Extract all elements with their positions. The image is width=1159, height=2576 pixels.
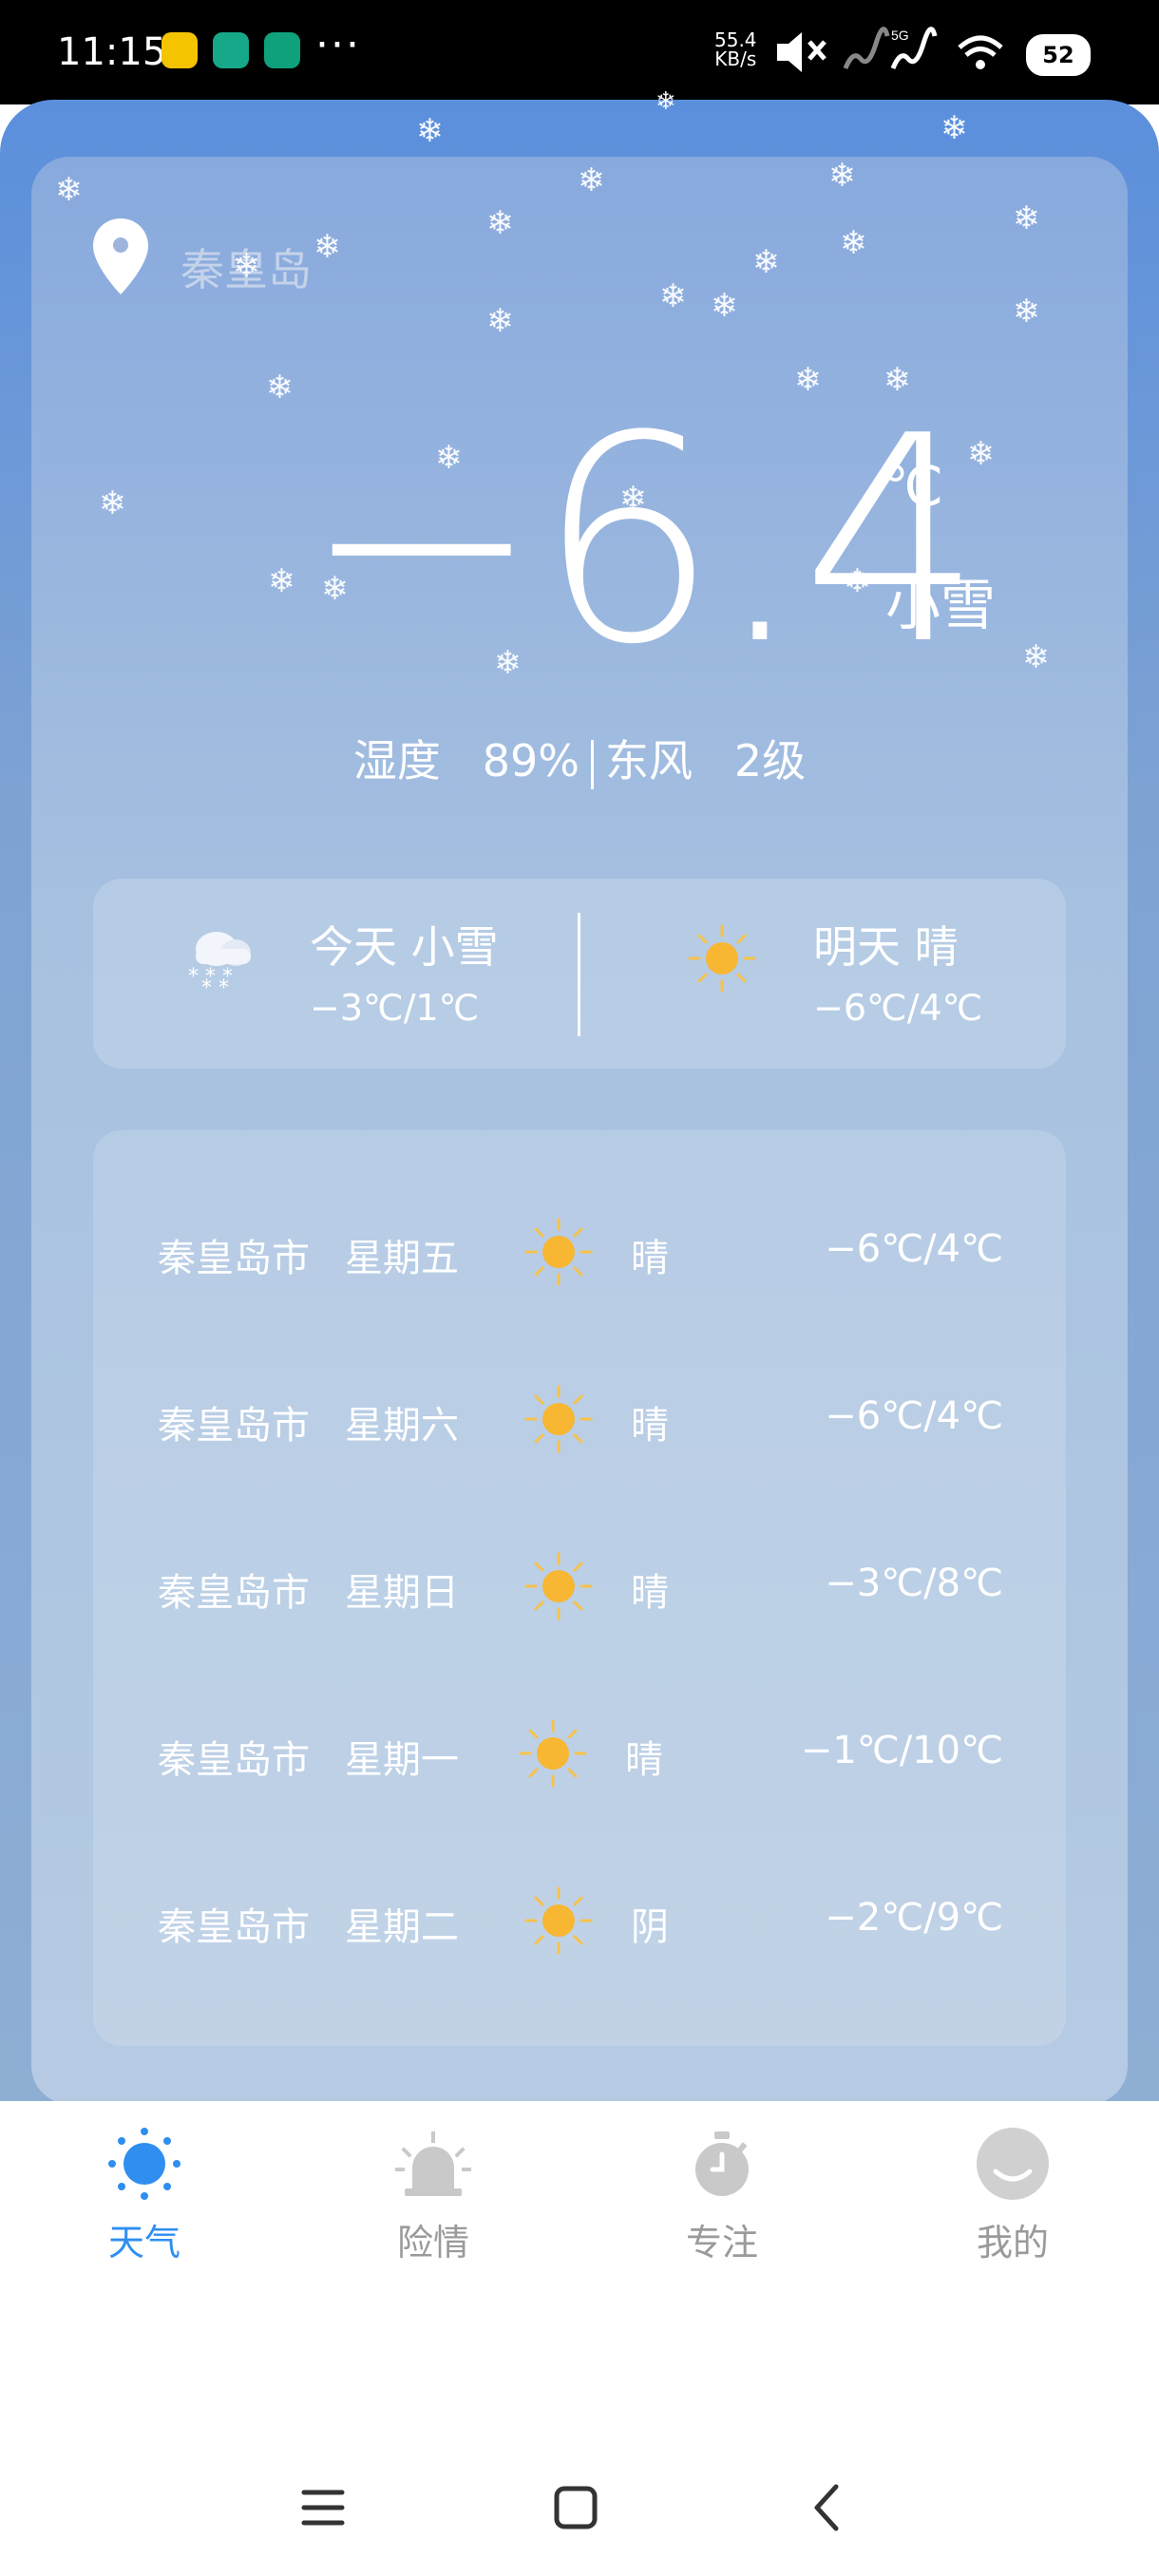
forecast-range: −2℃/9℃	[825, 1896, 1003, 1940]
mute-icon	[777, 32, 826, 72]
sun-icon	[524, 1218, 593, 1286]
forecast-day: 星期五	[345, 1237, 459, 1280]
forecast-condition: 晴	[631, 1237, 669, 1280]
back-icon[interactable]	[800, 2479, 857, 2536]
system-navigation-bar	[0, 2432, 1159, 2576]
forecast-city: 秦皇岛市	[158, 1905, 310, 1949]
forecast-city: 秦皇岛市	[158, 1404, 310, 1448]
temperature-unit: ℃	[882, 454, 944, 519]
today-title: 今天 小雪	[310, 921, 499, 973]
forecast-city: 秦皇岛市	[158, 1237, 310, 1280]
status-time: 11:15	[57, 30, 167, 74]
forecast-row[interactable]: 秦皇岛市 星期五 晴 −6℃/4℃	[93, 1204, 1066, 1299]
snowflake-icon: ❄	[1022, 638, 1050, 676]
nav-focus[interactable]: 专注	[627, 2120, 817, 2272]
snowflake-icon: ❄	[314, 228, 341, 266]
forecast-day: 星期一	[345, 1738, 459, 1782]
snowflake-icon: ❄	[486, 302, 514, 340]
snowflake-icon: ❄	[1013, 293, 1040, 331]
snowflake-icon: ❄	[55, 171, 83, 209]
sun-icon	[524, 1886, 593, 1955]
wind-direction: 东风	[604, 735, 693, 786]
more-notifications-icon: ···	[315, 21, 361, 69]
snowflake-icon: ❄	[656, 87, 676, 116]
notification-app-icon	[264, 32, 300, 68]
snowflake-icon: ❄	[266, 369, 294, 407]
svg-text:* *: * *	[201, 976, 229, 996]
wifi-icon	[958, 35, 1003, 69]
forecast-condition: 晴	[631, 1404, 669, 1448]
location-pin-icon[interactable]	[91, 217, 150, 296]
tomorrow-range: −6℃/4℃	[813, 987, 983, 1029]
nav-focus-label: 专注	[685, 2222, 758, 2263]
signal-5g-label: 5G	[891, 28, 909, 43]
current-condition: 小雪	[885, 573, 997, 637]
snowflake-icon: ❄	[711, 287, 738, 325]
sun-icon	[519, 1719, 587, 1788]
home-icon[interactable]	[547, 2479, 604, 2536]
alarm-siren-icon	[395, 2131, 471, 2196]
forecast-row[interactable]: 秦皇岛市 星期二 阴 −2℃/9℃	[93, 1873, 1066, 1968]
forecast-range: −6℃/4℃	[825, 1394, 1003, 1438]
snowflake-icon: ❄	[578, 161, 605, 199]
snowflake-icon: ❄	[752, 243, 780, 281]
forecast-day: 星期日	[345, 1571, 459, 1615]
forecast-city: 秦皇岛市	[158, 1571, 310, 1615]
sun-icon	[524, 1385, 593, 1453]
forecast-range: −6℃/4℃	[825, 1227, 1003, 1271]
battery-indicator: 52	[1026, 34, 1091, 76]
tomorrow-title: 明天 晴	[813, 921, 959, 973]
wind-level: 2级	[733, 735, 807, 786]
forecast-list: 秦皇岛市 星期五 晴 −6℃/4℃ 秦皇岛市 星期六 晴 −6℃/4℃ 秦皇岛市…	[93, 1130, 1066, 2046]
forecast-condition: 晴	[625, 1738, 663, 1782]
forecast-condition: 阴	[631, 1905, 669, 1949]
nav-mine-label: 我的	[976, 2222, 1049, 2263]
snowflake-icon: ❄	[416, 112, 444, 150]
notification-app-icon	[213, 32, 249, 68]
snowflake-icon: ❄	[99, 484, 126, 522]
today-tomorrow-divider	[578, 913, 580, 1036]
forecast-day: 星期二	[345, 1905, 459, 1949]
status-bar: 11:15 ··· 55.4 KB/s 5G 52	[0, 0, 1159, 104]
snowflake-icon: ❄	[268, 562, 295, 600]
snowflake-icon: ❄	[233, 247, 260, 285]
snowflake-icon: ❄	[1013, 199, 1040, 237]
details-divider	[590, 739, 594, 789]
forecast-condition: 晴	[631, 1571, 669, 1615]
snowflake-icon: ❄	[659, 277, 687, 315]
humidity-value: 89%	[482, 735, 580, 786]
forecast-city: 秦皇岛市	[158, 1738, 310, 1782]
snow-cloud-icon: * * * * *	[188, 932, 251, 996]
snowflake-icon: ❄	[840, 224, 867, 262]
sun-icon	[688, 924, 756, 993]
nav-alerts-label: 险情	[396, 2222, 469, 2263]
humidity-label: 湿度	[352, 735, 441, 786]
snowflake-icon: ❄	[828, 157, 856, 195]
menu-icon[interactable]	[294, 2479, 352, 2536]
profile-smile-icon	[977, 2128, 1049, 2200]
today-range: −3℃/1℃	[310, 987, 480, 1029]
current-temperature: −6.4	[302, 375, 982, 707]
forecast-row[interactable]: 秦皇岛市 星期日 晴 −3℃/8℃	[93, 1539, 1066, 1634]
weather-sun-icon	[108, 2128, 180, 2200]
snowflake-icon: ❄	[940, 109, 968, 147]
nav-mine[interactable]: 我的	[918, 2120, 1108, 2272]
nav-alerts[interactable]: 险情	[338, 2120, 528, 2272]
bottom-navigation: 天气 险情 专注 我的	[0, 2101, 1159, 2291]
nav-weather-label: 天气	[107, 2222, 180, 2263]
sun-icon	[524, 1552, 593, 1620]
snowflake-icon: ❄	[486, 204, 514, 242]
forecast-range: −1℃/10℃	[800, 1729, 1003, 1772]
nav-weather[interactable]: 天气	[49, 2120, 239, 2272]
stopwatch-icon	[695, 2131, 749, 2196]
forecast-row[interactable]: 秦皇岛市 星期一 晴 −1℃/10℃	[93, 1706, 1066, 1801]
signal-icon	[843, 27, 890, 69]
forecast-day: 星期六	[345, 1404, 459, 1448]
forecast-row[interactable]: 秦皇岛市 星期六 晴 −6℃/4℃	[93, 1372, 1066, 1467]
today-tomorrow-card[interactable]: * * * * * 今天 小雪 −3℃/1℃ 明天 晴 −6℃/4℃	[93, 879, 1066, 1069]
current-details: 湿度 89% 东风 2级	[0, 727, 1159, 789]
forecast-range: −3℃/8℃	[825, 1562, 1003, 1605]
network-speed: 55.4 KB/s	[714, 28, 757, 70]
notification-app-icon	[162, 32, 198, 68]
